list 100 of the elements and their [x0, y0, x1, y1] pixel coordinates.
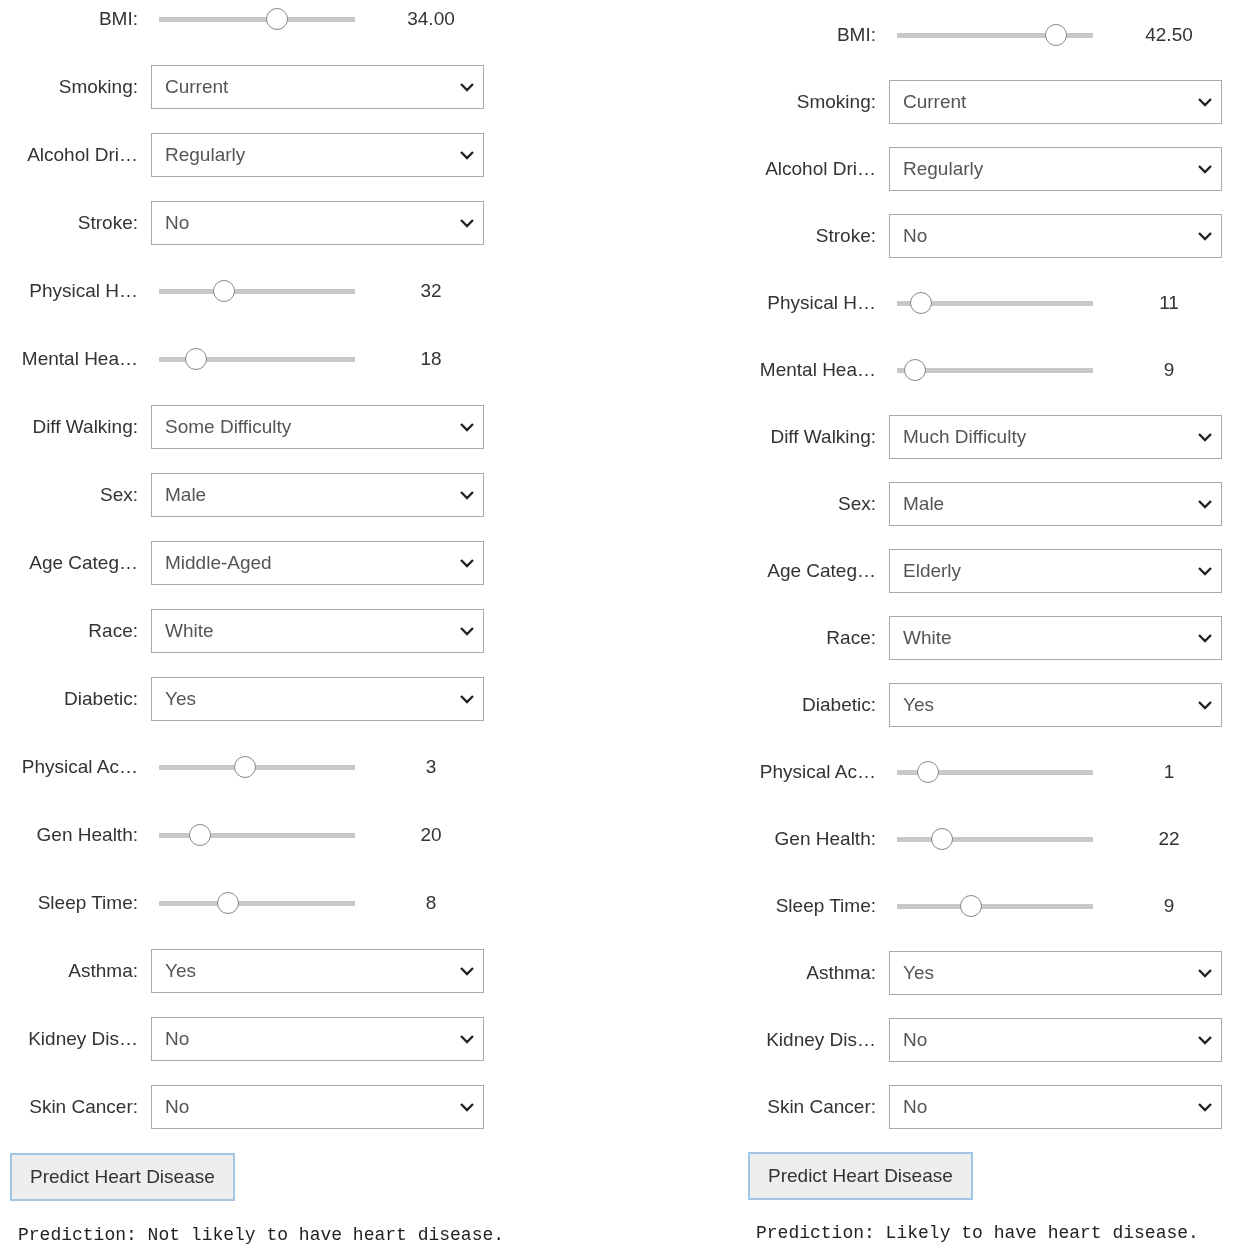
- field-label: Alcohol Dri…: [764, 158, 876, 180]
- slider-thumb[interactable]: [917, 761, 940, 783]
- slider-value: 9: [1162, 895, 1176, 917]
- chevron-down-icon: [459, 82, 475, 92]
- field-label: BMI:: [97, 8, 138, 30]
- dropdown[interactable]: Regularly: [889, 147, 1222, 191]
- chevron-down-icon: [459, 490, 475, 500]
- slider-value: 42.50: [1144, 24, 1194, 46]
- slider-thumb[interactable]: [212, 280, 235, 302]
- dropdown[interactable]: No: [889, 1018, 1222, 1062]
- field-label: Age Categ…: [766, 560, 876, 582]
- field-label: Sleep Time:: [36, 892, 138, 914]
- field-label: Asthma:: [67, 960, 138, 982]
- slider-thumb[interactable]: [1044, 24, 1067, 46]
- slider-thumb[interactable]: [960, 895, 983, 917]
- chevron-down-icon: [1197, 97, 1213, 107]
- dropdown[interactable]: Much Difficulty: [889, 415, 1222, 459]
- field-label: Skin Cancer:: [766, 1096, 876, 1118]
- field-label: Race:: [825, 627, 876, 649]
- chevron-down-icon: [1197, 1035, 1213, 1045]
- chevron-down-icon: [1197, 231, 1213, 241]
- chevron-down-icon: [459, 150, 475, 160]
- field-label: Sleep Time:: [774, 895, 876, 917]
- chevron-down-icon: [1197, 968, 1213, 978]
- slider-value: 18: [419, 348, 443, 370]
- field-label: Smoking:: [795, 91, 876, 113]
- field-label: Skin Cancer:: [28, 1096, 138, 1118]
- slider-thumb[interactable]: [185, 348, 208, 370]
- field-label: Kidney Dis…: [765, 1029, 876, 1051]
- field-label: Age Categ…: [28, 552, 138, 574]
- slider-value: 9: [1162, 359, 1176, 381]
- dropdown[interactable]: No: [889, 1085, 1222, 1129]
- slider-thumb[interactable]: [931, 828, 954, 850]
- chevron-down-icon: [1197, 432, 1213, 442]
- field-label: Gen Health:: [35, 824, 138, 846]
- chevron-down-icon: [1197, 700, 1213, 710]
- field-label: Sex:: [836, 493, 876, 515]
- chevron-down-icon: [459, 626, 475, 636]
- dropdown[interactable]: Yes: [889, 683, 1222, 727]
- dropdown[interactable]: Regularly: [151, 133, 484, 177]
- field-label: Stroke:: [814, 225, 876, 247]
- field-label: BMI:: [835, 24, 876, 46]
- field-label: Sex:: [98, 484, 138, 506]
- dropdown[interactable]: Male: [151, 473, 484, 517]
- prediction-text: Prediction: Not likely to have heart disease.: [17, 1225, 506, 1245]
- chevron-down-icon: [1197, 566, 1213, 576]
- chevron-down-icon: [1197, 499, 1213, 509]
- field-label: Smoking:: [57, 76, 138, 98]
- dropdown[interactable]: Some Difficulty: [151, 405, 484, 449]
- chevron-down-icon: [459, 218, 475, 228]
- chevron-down-icon: [1197, 633, 1213, 643]
- slider-thumb[interactable]: [265, 8, 288, 30]
- slider-value: 11: [1158, 292, 1180, 314]
- dropdown[interactable]: Middle-Aged: [151, 541, 484, 585]
- dropdown[interactable]: Male: [889, 482, 1222, 526]
- field-label: Diabetic:: [801, 694, 876, 716]
- field-label: Physical H…: [28, 280, 138, 302]
- dropdown[interactable]: Yes: [889, 951, 1222, 995]
- slider-value: 1: [1162, 761, 1176, 783]
- slider-value: 20: [419, 824, 443, 846]
- predict-button[interactable]: Predict Heart Disease: [10, 1153, 235, 1201]
- chevron-down-icon: [1197, 164, 1213, 174]
- dropdown[interactable]: No: [889, 214, 1222, 258]
- field-label: Diff Walking:: [769, 426, 876, 448]
- chevron-down-icon: [459, 694, 475, 704]
- slider-thumb[interactable]: [216, 892, 239, 914]
- slider-thumb[interactable]: [909, 292, 932, 314]
- dropdown[interactable]: White: [151, 609, 484, 653]
- field-label: Diff Walking:: [31, 416, 138, 438]
- field-label: Physical Ac…: [20, 756, 138, 778]
- field-label: Race:: [87, 620, 138, 642]
- chevron-down-icon: [459, 422, 475, 432]
- prediction-text: Prediction: Likely to have heart disease.: [755, 1223, 1200, 1243]
- slider-thumb[interactable]: [903, 359, 926, 381]
- field-label: Asthma:: [805, 962, 876, 984]
- dropdown[interactable]: Current: [889, 80, 1222, 124]
- field-label: Mental Hea…: [758, 359, 876, 381]
- chevron-down-icon: [459, 1102, 475, 1112]
- slider-value: 3: [424, 756, 438, 778]
- chevron-down-icon: [459, 966, 475, 976]
- field-label: Diabetic:: [63, 688, 138, 710]
- dropdown[interactable]: Elderly: [889, 549, 1222, 593]
- slider-thumb[interactable]: [189, 824, 212, 846]
- chevron-down-icon: [459, 558, 475, 568]
- slider-thumb[interactable]: [234, 756, 257, 778]
- dropdown[interactable]: Current: [151, 65, 484, 109]
- dropdown[interactable]: Yes: [151, 949, 484, 993]
- dropdown[interactable]: No: [151, 1085, 484, 1129]
- field-label: Alcohol Dri…: [26, 144, 138, 166]
- slider-value: 32: [419, 280, 443, 302]
- dropdown[interactable]: White: [889, 616, 1222, 660]
- field-label: Kidney Dis…: [27, 1028, 138, 1050]
- chevron-down-icon: [459, 1034, 475, 1044]
- field-label: Physical H…: [766, 292, 876, 314]
- dropdown[interactable]: No: [151, 1017, 484, 1061]
- dropdown[interactable]: No: [151, 201, 484, 245]
- predict-button[interactable]: Predict Heart Disease: [748, 1152, 973, 1200]
- slider-value: 8: [424, 892, 438, 914]
- dropdown[interactable]: Yes: [151, 677, 484, 721]
- field-label: Physical Ac…: [758, 761, 876, 783]
